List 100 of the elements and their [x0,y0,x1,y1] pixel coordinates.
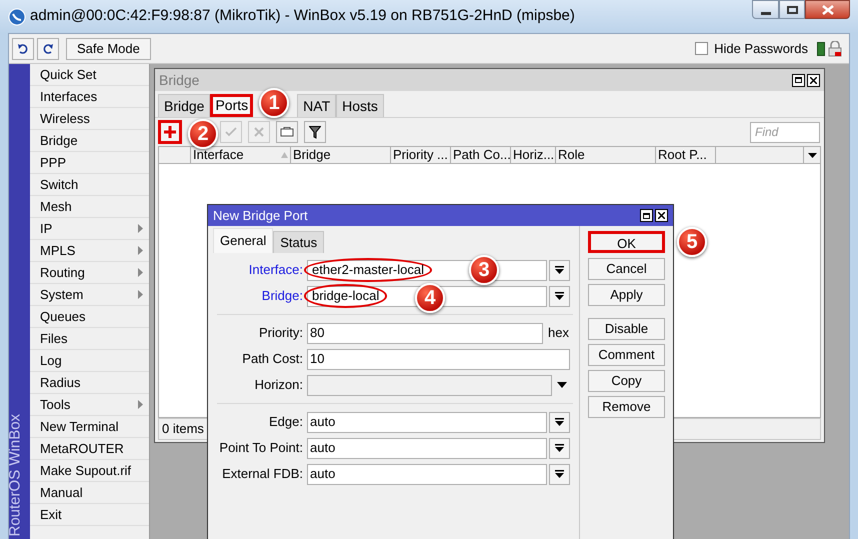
tab[interactable]: Hosts [336,94,384,117]
dialog-title: New Bridge Port [213,206,308,225]
item-count: 0 items [161,420,205,438]
maximize-button[interactable] [779,0,805,19]
dialog-button[interactable]: Remove [588,396,665,418]
field-label: Path Cost: [241,350,304,368]
submenu-arrow-icon [138,268,143,277]
tab[interactable]: General [213,228,274,253]
note-icon [280,127,294,137]
column-header[interactable]: Interface [191,147,291,163]
plus-icon [164,126,176,138]
tab[interactable]: Status [273,231,324,253]
dropdown-button[interactable] [549,286,570,306]
hide-passwords-checkbox[interactable] [695,42,708,55]
dialog-button[interactable]: Apply [588,284,665,306]
column-header[interactable]: Root P... [656,147,716,163]
cross-icon [254,127,264,137]
sidebar-item[interactable]: New Terminal [30,416,149,438]
field-label[interactable]: Interface: [211,260,307,280]
dropdown-arrow-icon [555,266,564,274]
field-value: auto [310,413,336,432]
dropdown-field[interactable]: auto [307,438,547,458]
find-field[interactable]: Find [750,122,820,142]
sidebar-item[interactable]: Log [30,350,149,372]
sidebar-item[interactable]: Manual [30,482,149,504]
field-label: Horizon: [254,376,304,394]
sidebar-item[interactable]: MetaROUTER [30,438,149,460]
sort-arrow-icon [281,152,288,158]
winbox-logo-icon [8,8,26,26]
field-label[interactable]: Bridge: [211,286,307,306]
sidebar-brand-label: RouterOS WinBox [6,413,24,536]
unit-label: hex [548,324,569,342]
sidebar-item[interactable]: Make Supout.rif [30,460,149,482]
close-icon[interactable] [655,209,668,222]
dialog-button[interactable]: Comment [588,344,665,366]
tab[interactable]: Ports [210,94,254,117]
dropdown-field[interactable]: auto [307,464,547,484]
column-header[interactable]: Priority ... [391,147,451,163]
comment-button[interactable] [276,121,298,143]
close-button[interactable] [805,0,850,19]
column-header[interactable]: Bridge [291,147,391,163]
filter-button[interactable] [304,121,326,143]
dropdown-arrow-icon [555,444,564,452]
column-header[interactable]: Horiz... [511,147,556,163]
step-badge: 1 [259,88,290,118]
sidebar-item[interactable]: Switch [30,174,149,196]
sidebar-item[interactable]: Files [30,328,149,350]
input-field[interactable]: 10 [307,348,570,370]
tab[interactable]: Bridge [158,94,210,117]
column-header[interactable]: Path Co... [451,147,511,163]
sidebar-item[interactable]: PPP [30,152,149,174]
undo-button[interactable] [12,38,34,60]
sidebar-item[interactable]: Mesh [30,196,149,218]
dialog-button[interactable]: Cancel [588,258,665,280]
dropdown-arrow-icon [555,292,564,300]
safe-mode-button[interactable]: Safe Mode [66,38,151,60]
sidebar-item[interactable]: Interfaces [30,86,149,108]
field-label: Point To Point: [218,439,304,458]
field-value: 80 [310,324,324,342]
input-field[interactable]: 80 [307,322,543,344]
redo-icon [42,42,54,54]
field-value: bridge-local [304,284,388,308]
sidebar-item[interactable]: Radius [30,372,149,394]
dialog-button[interactable]: Copy [588,370,665,392]
sidebar-item[interactable]: System [30,284,149,306]
sidebar-item[interactable]: MPLS [30,240,149,262]
sidebar-item[interactable]: Routing [30,262,149,284]
caret-icon [557,382,567,388]
add-button[interactable] [158,120,182,144]
minimize-button[interactable] [752,0,779,19]
dropdown-button[interactable] [549,438,570,458]
sidebar-item[interactable]: IP [30,218,149,240]
maximize-icon[interactable] [792,74,805,86]
field-value: auto [310,465,336,484]
sidebar-item[interactable]: Bridge [30,130,149,152]
check-icon [225,127,237,137]
maximize-icon[interactable] [640,209,653,222]
sidebar-item[interactable]: Wireless [30,108,149,130]
step-badge: 4 [415,283,445,313]
sidebar-item[interactable]: Tools [30,394,149,416]
field-label: External FDB: [221,465,304,484]
column-header[interactable]: Role [556,147,656,163]
close-icon [822,4,834,14]
sidebar-item[interactable]: Quick Set [30,64,149,86]
dropdown-button[interactable] [549,412,570,432]
tab[interactable]: NAT [297,94,336,117]
input-field[interactable] [307,374,552,396]
status-indicator-icon [817,42,825,56]
dialog-button[interactable]: OK [588,231,665,253]
dropdown-button[interactable] [549,260,570,280]
close-icon[interactable] [807,74,820,86]
field-label: Priority: [258,324,304,342]
dialog-button[interactable]: Disable [588,318,665,340]
step-badge: 2 [188,119,218,149]
sidebar-item[interactable]: Exit [30,504,149,526]
dropdown-button[interactable] [549,464,570,484]
redo-button[interactable] [37,38,59,60]
dropdown-field[interactable]: auto [307,412,547,432]
sidebar-item[interactable]: Queues [30,306,149,328]
step-badge: 3 [469,255,499,285]
